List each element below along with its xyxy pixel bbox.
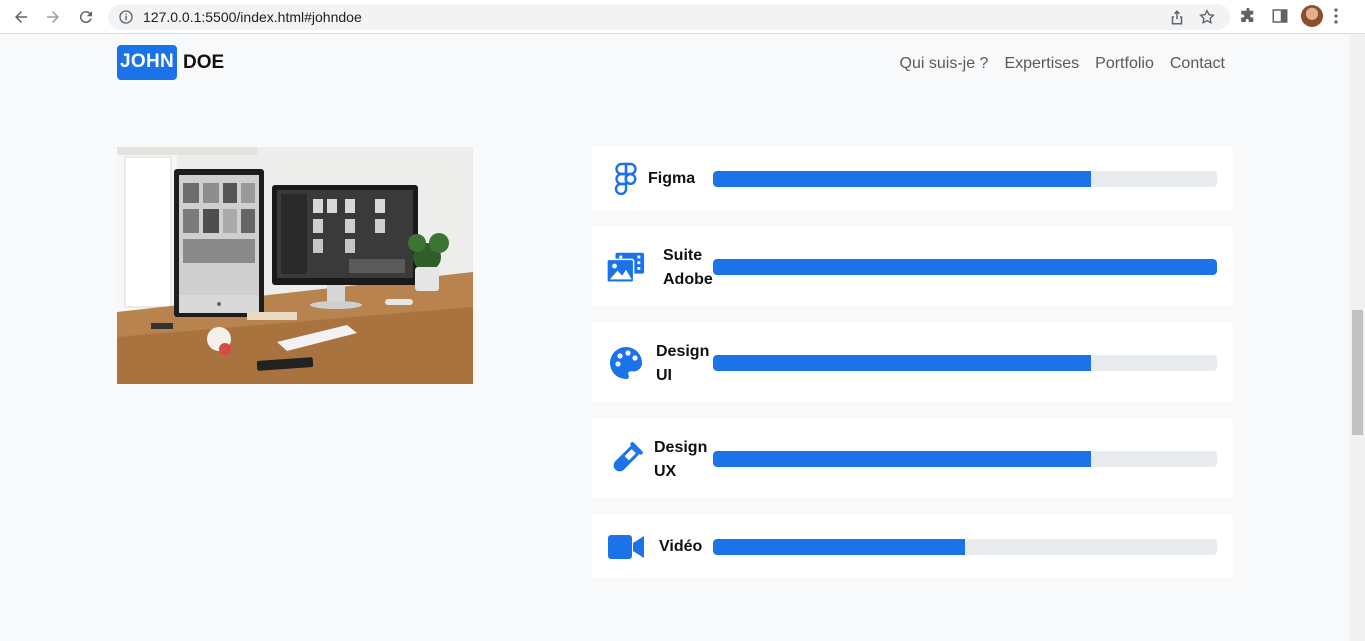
skill-label-line: UX <box>654 463 677 480</box>
menu-kebab-icon[interactable] <box>1334 8 1338 24</box>
skill-label: Design UX <box>654 436 707 484</box>
skill-card-design-ux: Design UX <box>592 419 1233 498</box>
skill-label-line: Adobe <box>663 271 713 288</box>
main-nav: Qui suis-je ? Expertises Portfolio Conta… <box>900 55 1225 73</box>
browser-toolbar: 127.0.0.1:5500/index.html#johndoe <box>0 0 1365 34</box>
photo-film-icon <box>606 247 646 287</box>
skill-label-line: Design <box>656 343 710 360</box>
skill-card-figma: Figma <box>592 147 1233 211</box>
nav-link-expertises[interactable]: Expertises <box>1004 55 1079 73</box>
skill-progress-fill <box>713 171 1091 187</box>
profile-avatar[interactable] <box>1301 5 1323 27</box>
skill-progress-bar <box>713 451 1217 467</box>
skill-progress-fill <box>713 259 1217 275</box>
extensions-icon[interactable] <box>1239 7 1257 25</box>
share-icon[interactable] <box>1168 8 1186 26</box>
address-bar[interactable]: 127.0.0.1:5500/index.html#johndoe <box>108 4 1230 30</box>
skill-label: Figma <box>648 170 696 187</box>
skill-label: Suite Adobe <box>663 244 713 292</box>
skill-label-line: Suite <box>663 247 703 264</box>
video-camera-icon <box>606 527 646 567</box>
skill-card-design-ui: Design UI <box>592 323 1233 402</box>
forward-arrow-icon[interactable] <box>41 5 65 29</box>
side-panel-icon[interactable] <box>1271 7 1289 25</box>
back-arrow-icon[interactable] <box>9 5 33 29</box>
skill-label-line: UI <box>656 367 672 384</box>
url-text[interactable]: 127.0.0.1:5500/index.html#johndoe <box>143 9 362 25</box>
skill-progress-bar <box>713 355 1217 371</box>
skill-progress-bar <box>713 539 1217 555</box>
skill-card-suite-adobe: Suite Adobe <box>592 227 1233 306</box>
palette-icon <box>606 343 646 383</box>
logo-first-name: JOHN <box>117 45 177 80</box>
nav-link-qui-suis-je[interactable]: Qui suis-je ? <box>900 55 989 73</box>
site-logo[interactable]: JOHN DOE <box>117 45 224 80</box>
skill-card-video: Vidéo <box>592 515 1233 578</box>
nav-link-portfolio[interactable]: Portfolio <box>1095 55 1154 73</box>
test-tube-icon <box>606 439 646 479</box>
info-icon[interactable] <box>118 9 134 25</box>
skill-label: Vidéo <box>659 538 703 555</box>
workspace-photo <box>117 147 473 384</box>
skill-progress-bar <box>713 259 1217 275</box>
reload-icon[interactable] <box>74 5 98 29</box>
skill-progress-bar <box>713 171 1217 187</box>
scrollbar-thumb[interactable] <box>1352 310 1363 435</box>
figma-icon <box>606 159 646 199</box>
skill-progress-fill <box>713 451 1091 467</box>
star-icon[interactable] <box>1198 8 1216 26</box>
skill-label: Design UI <box>656 340 709 388</box>
logo-last-name: DOE <box>183 51 225 73</box>
skill-label-line: Design <box>654 439 708 456</box>
skill-progress-fill <box>713 539 965 555</box>
skill-progress-fill <box>713 355 1091 371</box>
nav-link-contact[interactable]: Contact <box>1170 55 1225 73</box>
